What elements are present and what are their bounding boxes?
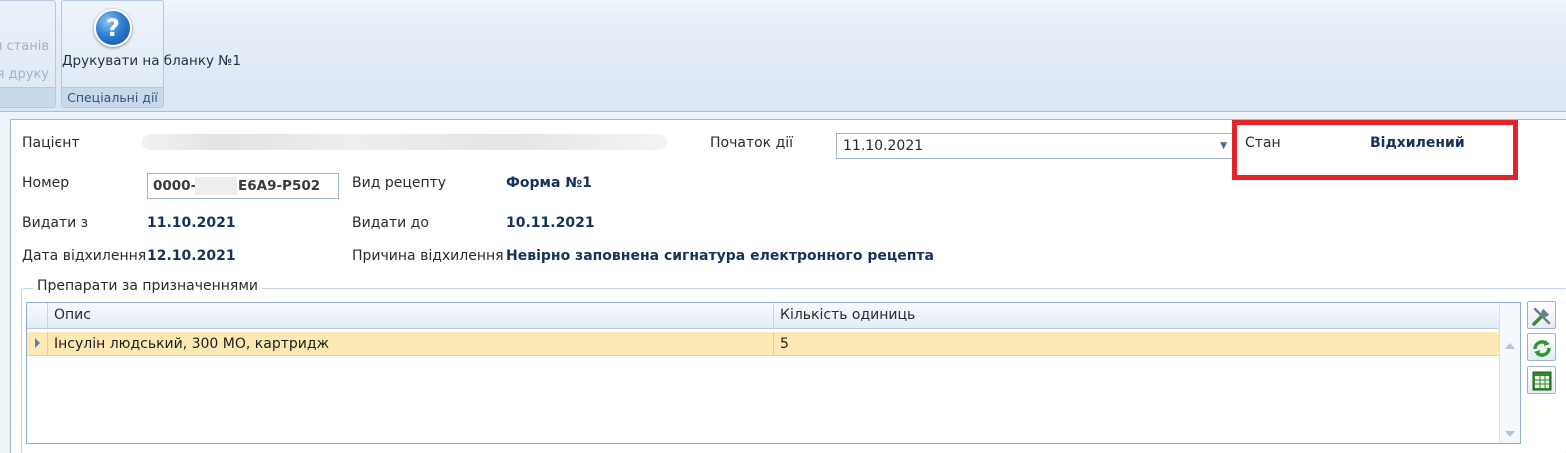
reject-reason-label: Причина відхилення (352, 248, 504, 264)
special-actions-caption: Спеціальні дії (62, 87, 163, 107)
print-form-1-button[interactable]: ? Друкувати на бланку №1 (62, 1, 241, 87)
row-indicator-header (27, 303, 47, 328)
issue-to-label: Видати до (352, 215, 429, 231)
reject-date-value: 12.10.2021 (147, 248, 236, 264)
prescription-panel: Пацієнт Початок дії 11.10.2021 ▼ Стан Ві… (10, 119, 1566, 453)
scroll-up-icon[interactable] (1505, 343, 1515, 349)
tools-button[interactable] (1527, 301, 1556, 329)
grid-header: Опис Кількість одиниць (27, 303, 1520, 329)
ribbon: я станів я друку ? Друкувати на бланку №… (0, 0, 1566, 112)
help-icon: ? (94, 9, 132, 47)
ribbon-item-states[interactable]: я станів (0, 39, 49, 54)
number-redacted (195, 177, 237, 195)
ribbon-item-print[interactable]: я друку (0, 67, 49, 82)
recipe-type-value: Форма №1 (506, 175, 592, 191)
scroll-down-icon[interactable] (1505, 431, 1515, 437)
spreadsheet-icon (1532, 371, 1552, 391)
ribbon-group-special-actions: ? Друкувати на бланку №1 Спеціальні дії (61, 0, 241, 108)
state-value: Відхилений (1370, 135, 1465, 151)
state-label: Стан (1245, 135, 1281, 151)
recipe-type-label: Вид рецепту (352, 175, 447, 191)
ribbon-group-caption (0, 87, 55, 107)
patient-label: Пацієнт (22, 135, 80, 151)
drugs-grid[interactable]: Опис Кількість одиниць Інсулін людський,… (26, 302, 1521, 444)
column-header-quantity[interactable]: Кількість одиниць (773, 303, 1499, 328)
number-field[interactable]: 0000- E6A9-P502 (147, 173, 339, 199)
start-date-label: Початок дії (710, 135, 794, 151)
print-form-1-label: Друкувати на бланку №1 (62, 53, 241, 69)
export-excel-button[interactable] (1527, 366, 1556, 394)
reject-reason-value: Невірно заповнена сигнатура електронного… (506, 248, 934, 264)
refresh-button[interactable] (1527, 333, 1556, 361)
refresh-icon (1533, 340, 1551, 357)
start-date-combo[interactable]: 11.10.2021 ▼ (836, 133, 1234, 159)
cell-quantity[interactable]: 5 (773, 332, 1499, 356)
column-header-description[interactable]: Опис (47, 303, 773, 328)
number-label: Номер (22, 175, 70, 191)
issue-to-value: 10.11.2021 (506, 215, 595, 231)
start-date-value: 11.10.2021 (843, 138, 924, 154)
number-prefix: 0000- (153, 178, 197, 194)
issue-from-label: Видати з (22, 215, 89, 231)
drugs-groupbox-title: Препарати за призначеннями (33, 278, 262, 294)
vertical-scrollbar[interactable] (1499, 303, 1520, 443)
ribbon-group-states: я станів я друку (0, 0, 56, 108)
cell-description[interactable]: Інсулін людський, 300 МО, картридж (47, 332, 773, 356)
patient-name-redacted (142, 134, 667, 150)
chevron-down-icon[interactable]: ▼ (1220, 141, 1227, 151)
tools-icon (1532, 307, 1551, 326)
row-indicator-icon (35, 338, 40, 348)
table-row[interactable]: Інсулін людський, 300 МО, картридж 5 (27, 332, 1499, 356)
number-suffix: E6A9-P502 (238, 178, 321, 194)
reject-date-label: Дата відхилення (22, 248, 147, 264)
issue-from-value: 11.10.2021 (147, 215, 236, 231)
